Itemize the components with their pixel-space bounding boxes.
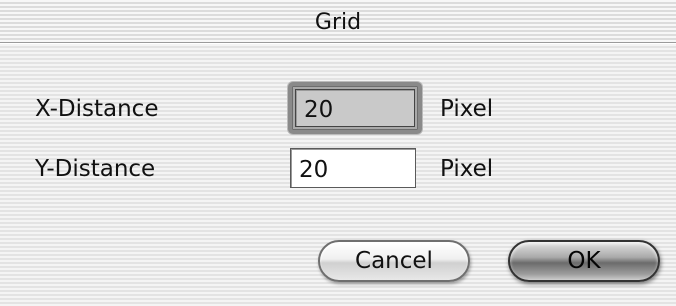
y-distance-input[interactable] [290,148,416,188]
y-distance-unit-label: Pixel [440,156,494,182]
ok-button[interactable]: OK [508,240,660,282]
y-distance-field-wrapper [288,142,422,192]
title-bar[interactable]: Grid [0,0,676,43]
cancel-button[interactable]: Cancel [318,240,470,282]
y-distance-label: Y-Distance [35,156,156,182]
grid-dialog: Grid X-Distance Pixel Y-Distance Pixel C… [0,0,676,306]
x-distance-input[interactable] [295,89,415,127]
x-distance-label: X-Distance [35,96,159,122]
x-distance-unit-label: Pixel [440,96,494,122]
x-distance-field-wrapper [288,82,422,134]
window-title: Grid [314,10,362,35]
